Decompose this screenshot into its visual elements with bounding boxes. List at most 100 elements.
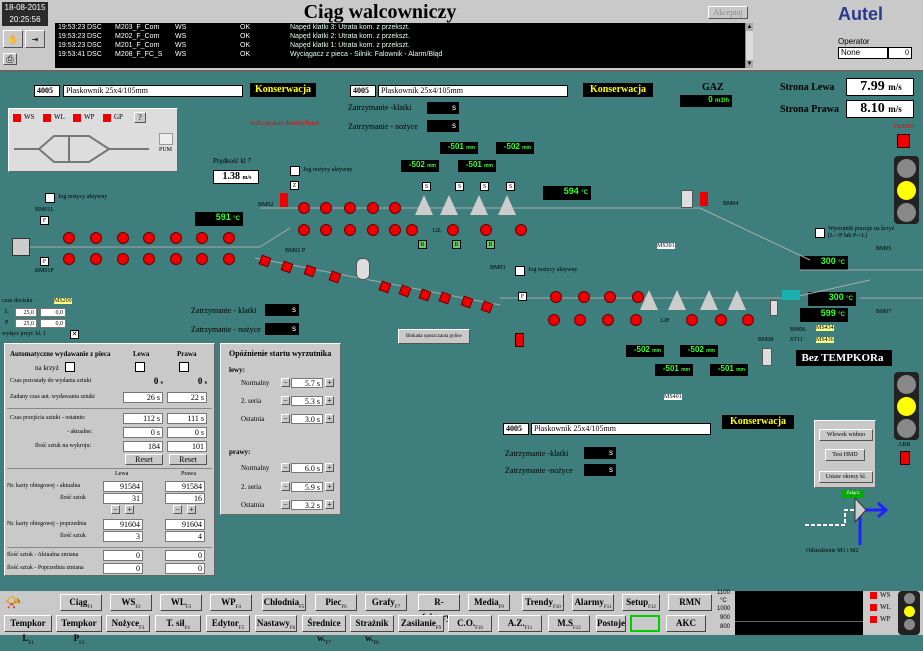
roll[interactable] <box>447 224 459 236</box>
lewy-normalny-value[interactable]: 5.7 s <box>291 378 323 388</box>
nav-button-5[interactable]: ChłodniaF5 <box>262 594 306 611</box>
minus-button[interactable]: − <box>281 482 290 491</box>
roll[interactable] <box>298 224 310 236</box>
roll[interactable] <box>196 253 208 265</box>
green-toggle-button[interactable] <box>630 615 660 632</box>
pusher-icon[interactable] <box>356 258 370 280</box>
ustaw-okresy-button[interactable]: Ustaw okresy kl. <box>819 471 873 483</box>
tool-button-8[interactable]: Strażnik w.F8 <box>350 615 394 646</box>
roll[interactable] <box>742 314 754 326</box>
minus-button[interactable]: − <box>173 505 182 514</box>
reset-prawa-button[interactable]: Reset <box>169 454 207 465</box>
roll[interactable] <box>367 224 379 236</box>
roll[interactable] <box>320 202 332 214</box>
roll[interactable] <box>170 232 182 244</box>
roll[interactable] <box>550 291 562 303</box>
lewy-ostatnia-value[interactable]: 3.0 s <box>291 414 323 424</box>
nav-button-3[interactable]: WLF3 <box>160 594 202 611</box>
stand-icon[interactable] <box>728 290 746 310</box>
minus-button[interactable]: − <box>281 396 290 405</box>
zadany-lewa[interactable]: 26 s <box>123 392 163 403</box>
wlewek-button[interactable]: Wlewek widmo <box>819 429 873 441</box>
roll[interactable] <box>686 314 698 326</box>
nav-button-10[interactable]: TrendyF10 <box>522 594 564 611</box>
stand-icon[interactable] <box>640 290 658 310</box>
tool-button-9[interactable]: ZasilanieF9 <box>398 615 444 632</box>
roll[interactable] <box>170 253 182 265</box>
tool-button-10[interactable]: C.O.F10 <box>448 615 492 632</box>
plus-button[interactable]: + <box>325 500 334 509</box>
lewa-checkbox[interactable] <box>135 362 145 372</box>
lewy-seria-value[interactable]: 5.3 s <box>291 396 323 406</box>
stand-icon[interactable] <box>498 195 516 215</box>
roll[interactable] <box>367 202 379 214</box>
roll[interactable] <box>630 314 642 326</box>
tool-button-3[interactable]: NożyceF3 <box>106 615 150 632</box>
plus-button[interactable]: + <box>325 396 334 405</box>
nav-button-7[interactable]: GrafyF7 <box>365 594 407 611</box>
prawa-checkbox[interactable] <box>179 362 189 372</box>
wyrzutnik-checkbox[interactable] <box>815 228 825 238</box>
roll[interactable] <box>574 314 586 326</box>
tool-button-1[interactable]: Tempkor LF1 <box>4 615 52 646</box>
roll[interactable] <box>344 202 356 214</box>
plus-button[interactable]: + <box>325 414 334 423</box>
nav-button-4[interactable]: WPF4 <box>210 594 252 611</box>
l-value-a[interactable]: 25,0 <box>15 308 37 317</box>
minus-button[interactable]: − <box>111 505 120 514</box>
roll[interactable] <box>578 291 590 303</box>
p-value-a[interactable]: 25,0 <box>15 319 37 328</box>
stand-icon[interactable] <box>668 290 686 310</box>
roll[interactable] <box>143 253 155 265</box>
plus-button[interactable]: + <box>325 378 334 387</box>
roll[interactable] <box>117 253 129 265</box>
prawy-normalny-value[interactable]: 6.0 s <box>291 463 323 473</box>
tool-button-2[interactable]: Tempkor PF2 <box>56 615 102 646</box>
roll[interactable] <box>320 224 332 236</box>
roll[interactable] <box>298 202 310 214</box>
roll[interactable] <box>344 224 356 236</box>
roll[interactable] <box>117 232 129 244</box>
minus-button[interactable]: − <box>281 378 290 387</box>
tool-button-13[interactable]: Postoje <box>596 615 626 632</box>
roll[interactable] <box>548 314 560 326</box>
tool-button-6[interactable]: NastawyF6 <box>255 615 297 632</box>
nav-button-11[interactable]: AlarmyF11 <box>572 594 614 611</box>
roll[interactable] <box>389 202 401 214</box>
roll[interactable] <box>90 232 102 244</box>
tool-button-7[interactable]: Średnice w.F7 <box>302 615 346 646</box>
stand-icon[interactable] <box>440 195 458 215</box>
nav-button-2[interactable]: WSF2 <box>110 594 152 611</box>
roll[interactable] <box>196 232 208 244</box>
tool-button-14[interactable]: AKC <box>666 615 706 632</box>
roll[interactable] <box>63 253 75 265</box>
nav-button-6[interactable]: PiecF6 <box>315 594 357 611</box>
nav-button-12[interactable]: SetupF12 <box>622 594 660 611</box>
stand-icon[interactable] <box>470 195 488 215</box>
roll[interactable] <box>602 314 614 326</box>
nav-button-1[interactable]: CiągF1 <box>60 594 102 611</box>
wylacz-checkbox[interactable]: ✕ <box>70 330 79 339</box>
stand-icon[interactable] <box>700 290 718 310</box>
minus-button[interactable]: − <box>281 500 290 509</box>
roll[interactable] <box>90 253 102 265</box>
stand-icon[interactable] <box>415 195 433 215</box>
minus-button[interactable]: − <box>281 414 290 423</box>
roll[interactable] <box>515 224 527 236</box>
plus-button[interactable]: + <box>325 463 334 472</box>
nav-button-8[interactable]: R-faktoryF8 <box>418 594 460 625</box>
minus-button[interactable]: − <box>281 463 290 472</box>
roll[interactable] <box>715 314 727 326</box>
tool-button-11[interactable]: A.Z.F11 <box>498 615 542 632</box>
nav-button-13[interactable]: RMN <box>668 594 712 611</box>
prawy-seria-value[interactable]: 5.9 s <box>291 482 323 492</box>
plus-button[interactable]: + <box>325 482 334 491</box>
roll[interactable] <box>480 224 492 236</box>
roll[interactable] <box>604 291 616 303</box>
reset-lewa-button[interactable]: Reset <box>125 454 163 465</box>
tool-button-4[interactable]: T. siłF4 <box>155 615 201 632</box>
p-value-b[interactable]: 0,0 <box>40 319 66 328</box>
blokada-button[interactable]: Blokada opuszczania pyłów <box>398 329 470 344</box>
roll[interactable] <box>389 224 401 236</box>
l-value-b[interactable]: 0,0 <box>40 308 66 317</box>
